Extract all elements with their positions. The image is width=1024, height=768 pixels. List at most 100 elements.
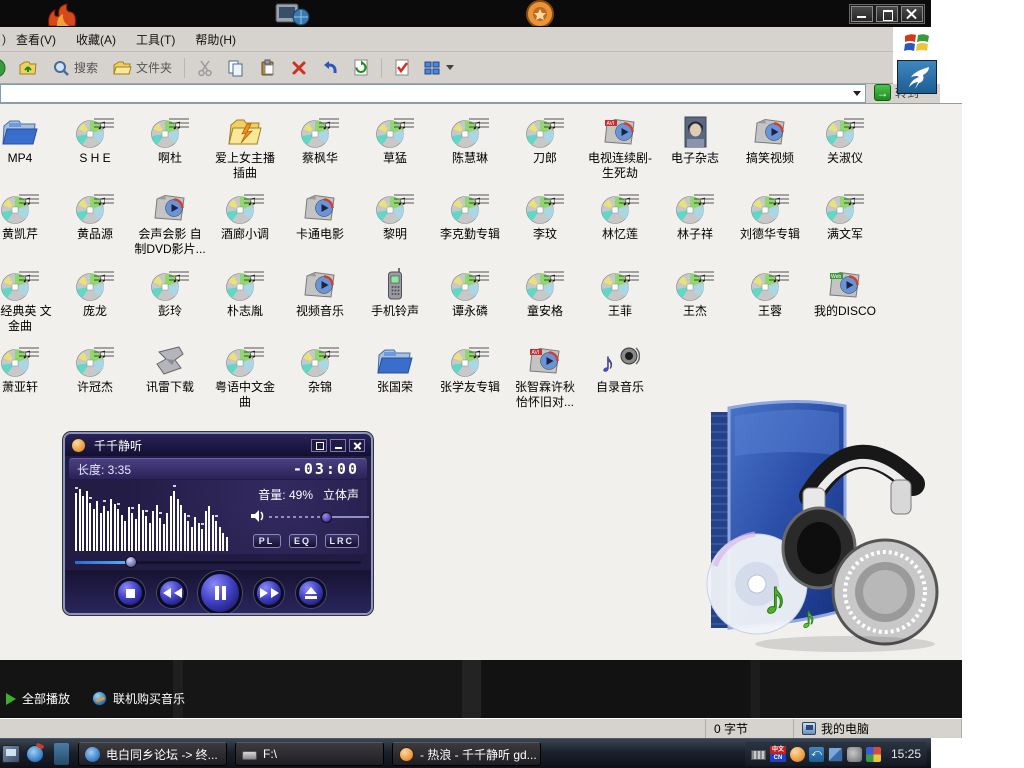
minimize-button[interactable]: [851, 6, 873, 22]
chinese-input-tray-icon[interactable]: 中文 CN: [770, 746, 786, 762]
file-icon[interactable]: ♫刘德华专辑: [734, 188, 806, 242]
file-icon[interactable]: AVI张智霖许秋 怡怀旧对...: [509, 341, 581, 410]
file-icon[interactable]: AVI电视连续剧-生死劫: [584, 112, 656, 181]
file-icon[interactable]: ♫陈慧琳: [434, 112, 506, 166]
file-icon[interactable]: 张国荣: [359, 341, 431, 395]
file-icon[interactable]: ♫黄凯芹: [0, 188, 56, 242]
ie-quicklaunch-icon[interactable]: [26, 745, 44, 763]
file-icon[interactable]: ♫粤语中文金 曲: [209, 341, 281, 410]
address-input[interactable]: [0, 84, 866, 103]
file-icon[interactable]: ♫许冠杰: [59, 341, 131, 395]
file-icon[interactable]: ♫萧亚轩: [0, 341, 56, 395]
file-icon[interactable]: ♫黎明: [359, 188, 431, 242]
lyrics-button[interactable]: LRC: [325, 534, 360, 548]
file-icon[interactable]: ♫满文军: [809, 188, 881, 242]
quicklaunch-divider[interactable]: [54, 743, 69, 765]
file-icon[interactable]: ♫S H E: [59, 112, 131, 166]
file-icon[interactable]: 视频音乐: [284, 265, 356, 319]
pause-button[interactable]: [198, 571, 242, 615]
previous-button[interactable]: [157, 578, 187, 608]
quick-launch: [2, 743, 69, 765]
file-icon[interactable]: ♫庞龙: [59, 265, 131, 319]
thunder-tray-icon[interactable]: ⤺: [809, 747, 824, 762]
close-button[interactable]: [901, 6, 923, 22]
keyboard-tray-icon[interactable]: [751, 750, 766, 760]
delete-button[interactable]: [287, 57, 311, 79]
volume-tray-icon[interactable]: [847, 747, 862, 762]
file-icon[interactable]: ♫王蓉: [734, 265, 806, 319]
file-icon[interactable]: 手机铃声: [359, 265, 431, 319]
file-icon[interactable]: ♫蔡枫华: [284, 112, 356, 166]
undo-button[interactable]: [317, 57, 343, 79]
file-icon[interactable]: ♫啊杜: [134, 112, 206, 166]
equalizer-button[interactable]: EQ: [289, 534, 317, 548]
restore-button[interactable]: [876, 6, 898, 22]
file-icon[interactable]: ♫李玟: [509, 188, 581, 242]
file-icon[interactable]: 电子杂志: [659, 112, 731, 166]
copy-button[interactable]: [223, 56, 249, 80]
playlist-button[interactable]: PL: [253, 534, 281, 548]
network-tray-icon[interactable]: [828, 747, 843, 762]
file-icon[interactable]: ♫张学友专辑: [434, 341, 506, 395]
file-icon[interactable]: Web我的DISCO: [809, 265, 881, 319]
file-icon[interactable]: 搞笑视频: [734, 112, 806, 166]
folders-button[interactable]: 文件夹: [108, 56, 176, 80]
stop-button[interactable]: [115, 578, 145, 608]
refresh-button[interactable]: [349, 56, 373, 80]
player-restore-button[interactable]: [311, 439, 327, 452]
file-icon[interactable]: ♫谭永磷: [434, 265, 506, 319]
paste-button[interactable]: [255, 56, 281, 80]
address-dropdown-button[interactable]: [850, 87, 863, 100]
menu-item-1[interactable]: 收藏(A): [66, 28, 126, 51]
file-icon[interactable]: ♫彭玲: [134, 265, 206, 319]
progress-knob[interactable]: [125, 556, 137, 568]
player-titlebar[interactable]: 千千静听: [65, 434, 371, 456]
volume-slider-knob[interactable]: [321, 512, 332, 523]
up-button[interactable]: [14, 56, 42, 80]
buy-music-online-button[interactable]: 联机购买音乐: [92, 690, 185, 707]
input-method-tray-icon[interactable]: [866, 747, 881, 762]
menu-item-3[interactable]: 帮助(H): [185, 28, 246, 51]
checkmark-doc-button[interactable]: [390, 56, 414, 80]
show-desktop-icon[interactable]: [2, 745, 20, 763]
file-icon[interactable]: ♫关淑仪: [809, 112, 881, 166]
file-icon[interactable]: ♫童安格: [509, 265, 581, 319]
file-icon[interactable]: ♫王杰: [659, 265, 731, 319]
play-all-button[interactable]: 全部播放: [6, 690, 70, 707]
file-icon[interactable]: ♫王菲: [584, 265, 656, 319]
file-icon[interactable]: ♪自录音乐: [584, 341, 656, 395]
next-button[interactable]: [254, 578, 284, 608]
file-icon[interactable]: ♫林忆莲: [584, 188, 656, 242]
file-icon[interactable]: ♫朴志胤: [209, 265, 281, 319]
player-minimize-button[interactable]: [330, 439, 346, 452]
swallow-logo[interactable]: [897, 60, 937, 94]
ttplayer-tray-icon[interactable]: [790, 747, 805, 762]
taskbar-button-0[interactable]: 电白同乡论坛 -> 终...: [78, 742, 227, 766]
eject-button[interactable]: [296, 578, 326, 608]
progress-bar[interactable]: [69, 556, 367, 568]
file-icon[interactable]: ♫杂锦: [284, 341, 356, 395]
file-icon[interactable]: ♫李克勤专辑: [434, 188, 506, 242]
file-icon[interactable]: ♫黄品源: [59, 188, 131, 242]
volume-slider[interactable]: [269, 512, 369, 522]
file-icon[interactable]: 会声会影 自制DVD影片...: [134, 188, 206, 257]
file-icon[interactable]: ♫草猛: [359, 112, 431, 166]
file-icon[interactable]: ♫美经典英 文金曲: [0, 265, 56, 334]
player-close-button[interactable]: [349, 439, 365, 452]
taskbar-button-2[interactable]: - 热浪 - 千千静听 gd...: [392, 742, 541, 766]
search-button[interactable]: 搜索: [48, 56, 102, 80]
menu-item-0[interactable]: 查看(V): [6, 28, 66, 51]
cut-button[interactable]: [193, 56, 217, 80]
views-button[interactable]: [420, 57, 458, 79]
file-icon[interactable]: 卡通电影: [284, 188, 356, 242]
speaker-icon[interactable]: [249, 508, 267, 524]
file-icon[interactable]: 讯雷下载: [134, 341, 206, 395]
file-icon[interactable]: ♫酒廊小调: [209, 188, 281, 242]
file-icon[interactable]: ♫刀郎: [509, 112, 581, 166]
file-icon[interactable]: 爱上女主播 插曲: [209, 112, 281, 181]
file-icon[interactable]: ♫林子祥: [659, 188, 731, 242]
menu-item-2[interactable]: 工具(T): [126, 28, 185, 51]
back-button-clipped[interactable]: [0, 57, 8, 79]
taskbar-button-1[interactable]: F:\: [235, 742, 384, 766]
file-icon[interactable]: MP4: [0, 112, 56, 166]
